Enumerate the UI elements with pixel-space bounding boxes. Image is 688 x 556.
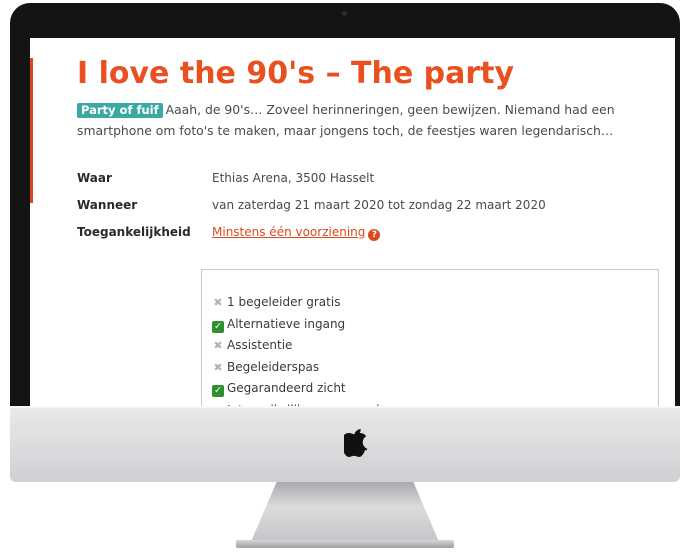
check-icon: ✓	[212, 320, 224, 333]
camera-dot	[342, 11, 347, 16]
accessibility-item: ✖ Assistentie	[212, 335, 414, 357]
accessibility-box: ✖ 1 begeleider gratis ✓ Alternatieve ingang…	[201, 269, 659, 408]
accessibility-list: ✖ 1 begeleider gratis ✓ Alternatieve ingang…	[212, 292, 414, 408]
monitor-stand	[250, 482, 440, 544]
when-value: van zaterdag 21 maart 2020 tot zondag 22…	[212, 198, 546, 212]
accent-bar	[30, 58, 33, 203]
cross-icon: ✖	[213, 339, 223, 352]
page-title: I love the 90's – The party	[77, 56, 515, 91]
intro-line-2: smartphone om foto's te maken, maar jong…	[77, 123, 614, 138]
cross-icon: ✖	[213, 296, 223, 309]
where-label: Waar	[77, 171, 112, 185]
accessibility-link[interactable]: Minstens één voorziening	[212, 225, 365, 239]
category-badge[interactable]: Party of fuif	[77, 103, 163, 118]
monitor-bezel: I love the 90's – The party Party of fui…	[10, 3, 680, 410]
accessibility-item: ✓ Gegarandeerd zicht	[212, 378, 414, 400]
access-value: Minstens één voorziening?	[212, 224, 381, 241]
cross-icon: ✖	[213, 360, 223, 374]
accessibility-item-label: 1 begeleider gratis	[227, 295, 341, 309]
monitor-chin	[10, 406, 680, 482]
screen: I love the 90's – The party Party of fui…	[30, 38, 675, 408]
accessibility-item-label: Gegarandeerd zicht	[227, 381, 346, 395]
access-label: Toegankelijkheid	[77, 225, 191, 239]
accessibility-item-label: Alternatieve ingang	[227, 316, 346, 331]
monitor-stand-base	[236, 540, 454, 548]
apple-logo-icon	[344, 429, 368, 457]
accessibility-item-label: Begeleiderspas	[227, 359, 320, 374]
question-circle-icon[interactable]: ?	[368, 229, 381, 241]
check-icon: ✓	[212, 385, 224, 397]
event-intro: Party of fuif Aaah, de 90's… Zoveel herin…	[77, 99, 667, 141]
accessibility-item-label: Assistentie	[227, 338, 293, 352]
when-label: Wanneer	[77, 198, 138, 212]
accessibility-item: ✖ 1 begeleider gratis	[212, 292, 414, 314]
accessibility-item: ✓ Alternatieve ingang	[212, 314, 414, 336]
event-content: I love the 90's – The party Party of fui…	[77, 54, 667, 408]
where-value: Ethias Arena, 3500 Hasselt	[212, 171, 375, 185]
accessibility-item: ✖ Begeleiderspas	[212, 357, 414, 379]
intro-line-1: Aaah, de 90's… Zoveel herinneringen, gee…	[165, 102, 615, 117]
